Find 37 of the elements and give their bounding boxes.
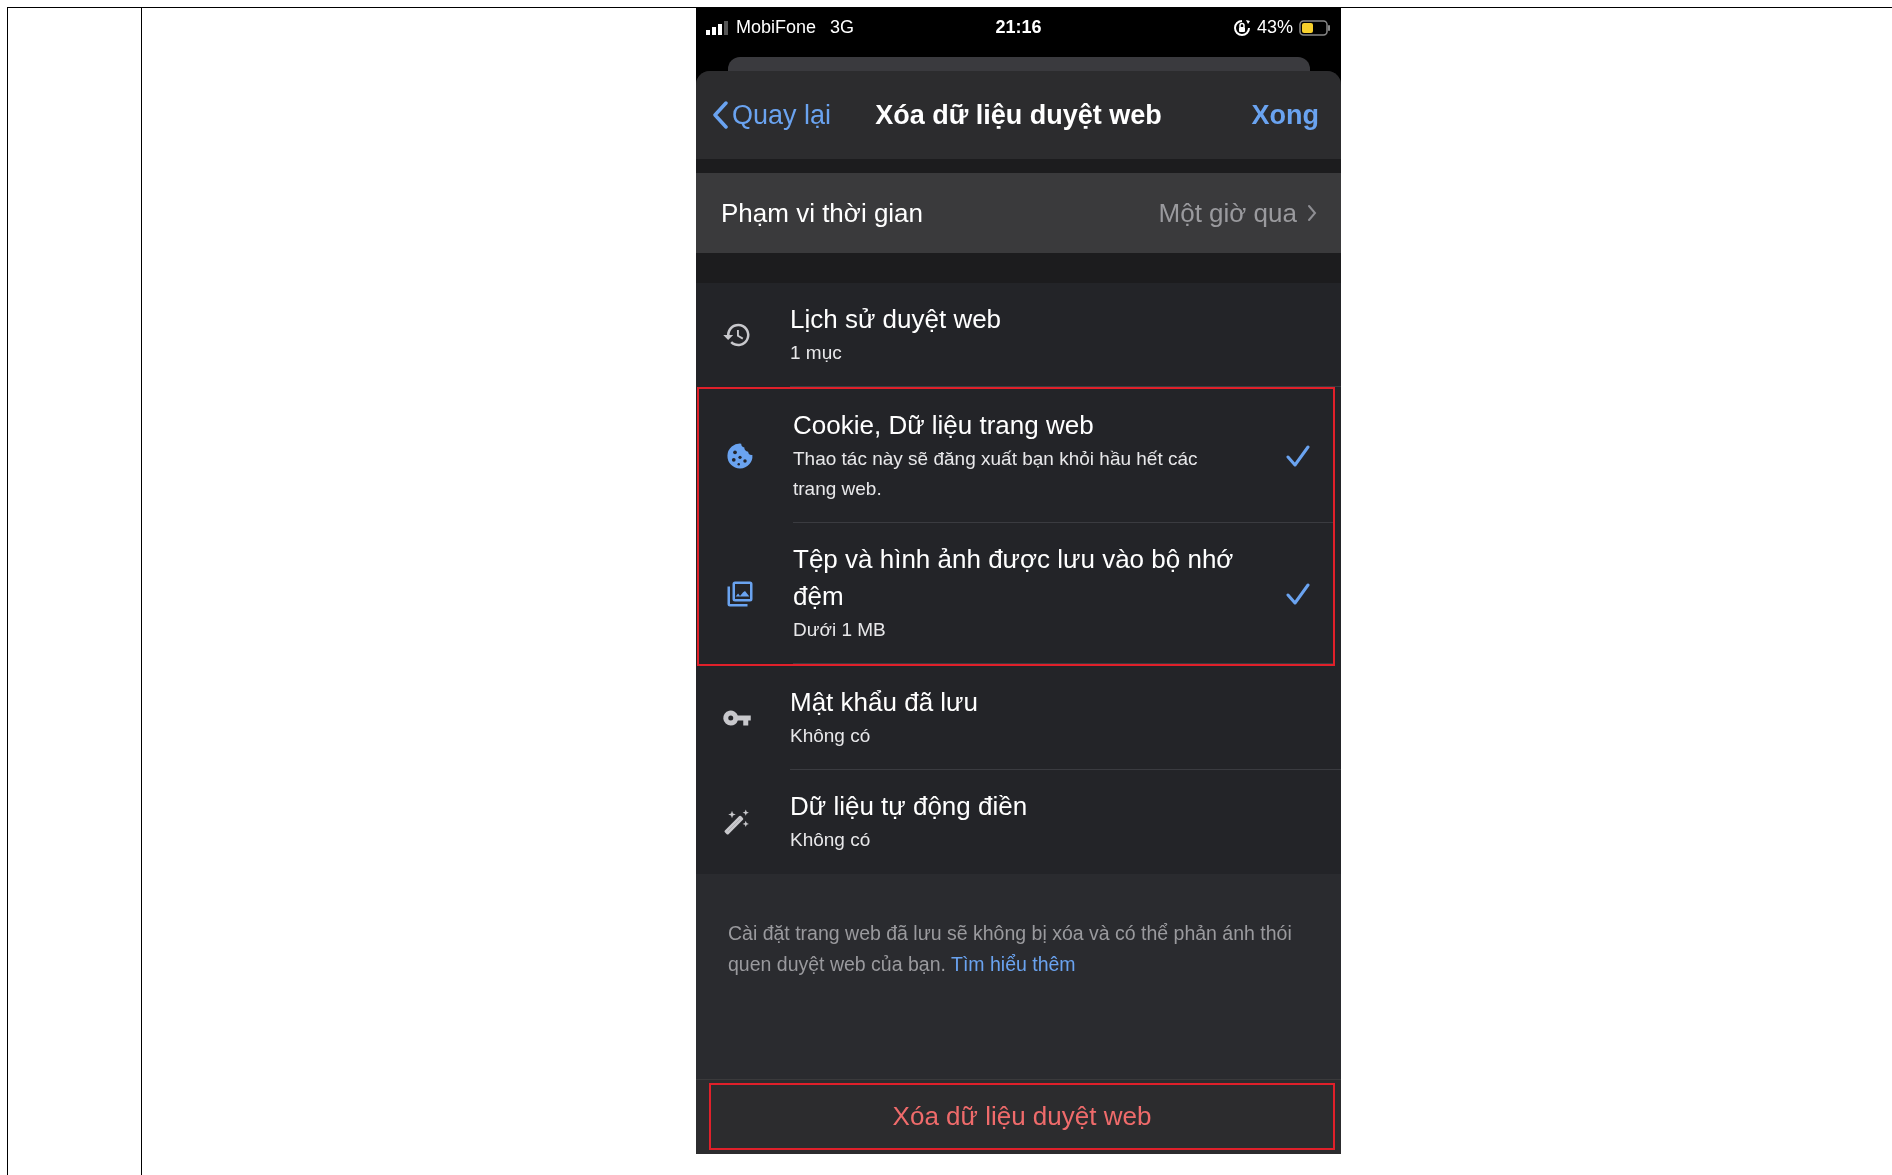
row-subtitle: 1 mục bbox=[790, 341, 843, 365]
settings-row[interactable]: Tệp và hình ảnh được lưu vào bộ nhớ đệm Dưới 1 MB bbox=[699, 523, 1333, 664]
rotation-lock-icon bbox=[1233, 18, 1251, 37]
time-range-label: Phạm vi thời gian bbox=[721, 197, 924, 229]
chevron-left-icon bbox=[712, 101, 728, 129]
chevron-right-icon bbox=[1307, 204, 1317, 222]
back-button[interactable]: Quay lại bbox=[712, 99, 832, 131]
settings-row[interactable]: Mật khẩu đã lưu Không có bbox=[696, 666, 1341, 770]
row-title: Mật khẩu đã lưu bbox=[790, 686, 979, 719]
settings-row[interactable]: Cookie, Dữ liệu trang web Thao tác này sẽ đăng xuất bạn khỏi hầu hết các trang web. bbox=[699, 389, 1333, 523]
time-range-value: Một giờ qua bbox=[1158, 197, 1297, 229]
row-title: Cookie, Dữ liệu trang web bbox=[793, 409, 1095, 442]
clear-data-button[interactable]: Xóa dữ liệu duyệt web bbox=[709, 1083, 1335, 1150]
settings-row[interactable]: Lịch sử duyệt web 1 mục bbox=[696, 283, 1341, 387]
screen-title: Xóa dữ liệu duyệt web bbox=[875, 99, 1162, 130]
signal-icon bbox=[706, 20, 728, 35]
network-type: 3G bbox=[830, 17, 855, 38]
row-subtitle: Dưới 1 MB bbox=[793, 618, 887, 642]
row-title: Lịch sử duyệt web bbox=[790, 303, 1003, 336]
row-subtitle: Không có bbox=[790, 724, 872, 748]
row-title: Dữ liệu tự động điền bbox=[790, 790, 1029, 823]
battery-icon bbox=[1299, 19, 1331, 36]
row-subtitle: Không có bbox=[790, 828, 872, 852]
row-subtitle: Thao tác này sẽ đăng xuất bạn khỏi hầu hết các trang web. bbox=[793, 447, 1199, 501]
done-button[interactable]: Xong bbox=[1251, 99, 1319, 131]
row-title: Tệp và hình ảnh được lưu vào bộ nhớ đệm bbox=[793, 543, 1235, 613]
checkmark-icon bbox=[1286, 582, 1310, 605]
time-range-row[interactable]: Phạm vi thời gian Một giờ qua bbox=[696, 173, 1341, 253]
battery-percent: 43% bbox=[1257, 17, 1293, 38]
settings-row[interactable]: Dữ liệu tự động điền Không có bbox=[696, 770, 1341, 874]
footer-note: Cài đặt trang web đã lưu sẽ không bị xóa và có thể phản ánh thói quen duyệt web của bạn. Tìm hiểu thêm bbox=[728, 921, 1293, 977]
learn-more-link[interactable]: Tìm hiểu thêm bbox=[951, 953, 1076, 975]
magic-wand-icon bbox=[722, 807, 752, 837]
checkmark-icon bbox=[1286, 445, 1310, 467]
cookie-icon bbox=[725, 441, 755, 471]
clock-time: 21:16 bbox=[995, 17, 1042, 38]
carrier-name: MobiFone bbox=[736, 17, 817, 38]
